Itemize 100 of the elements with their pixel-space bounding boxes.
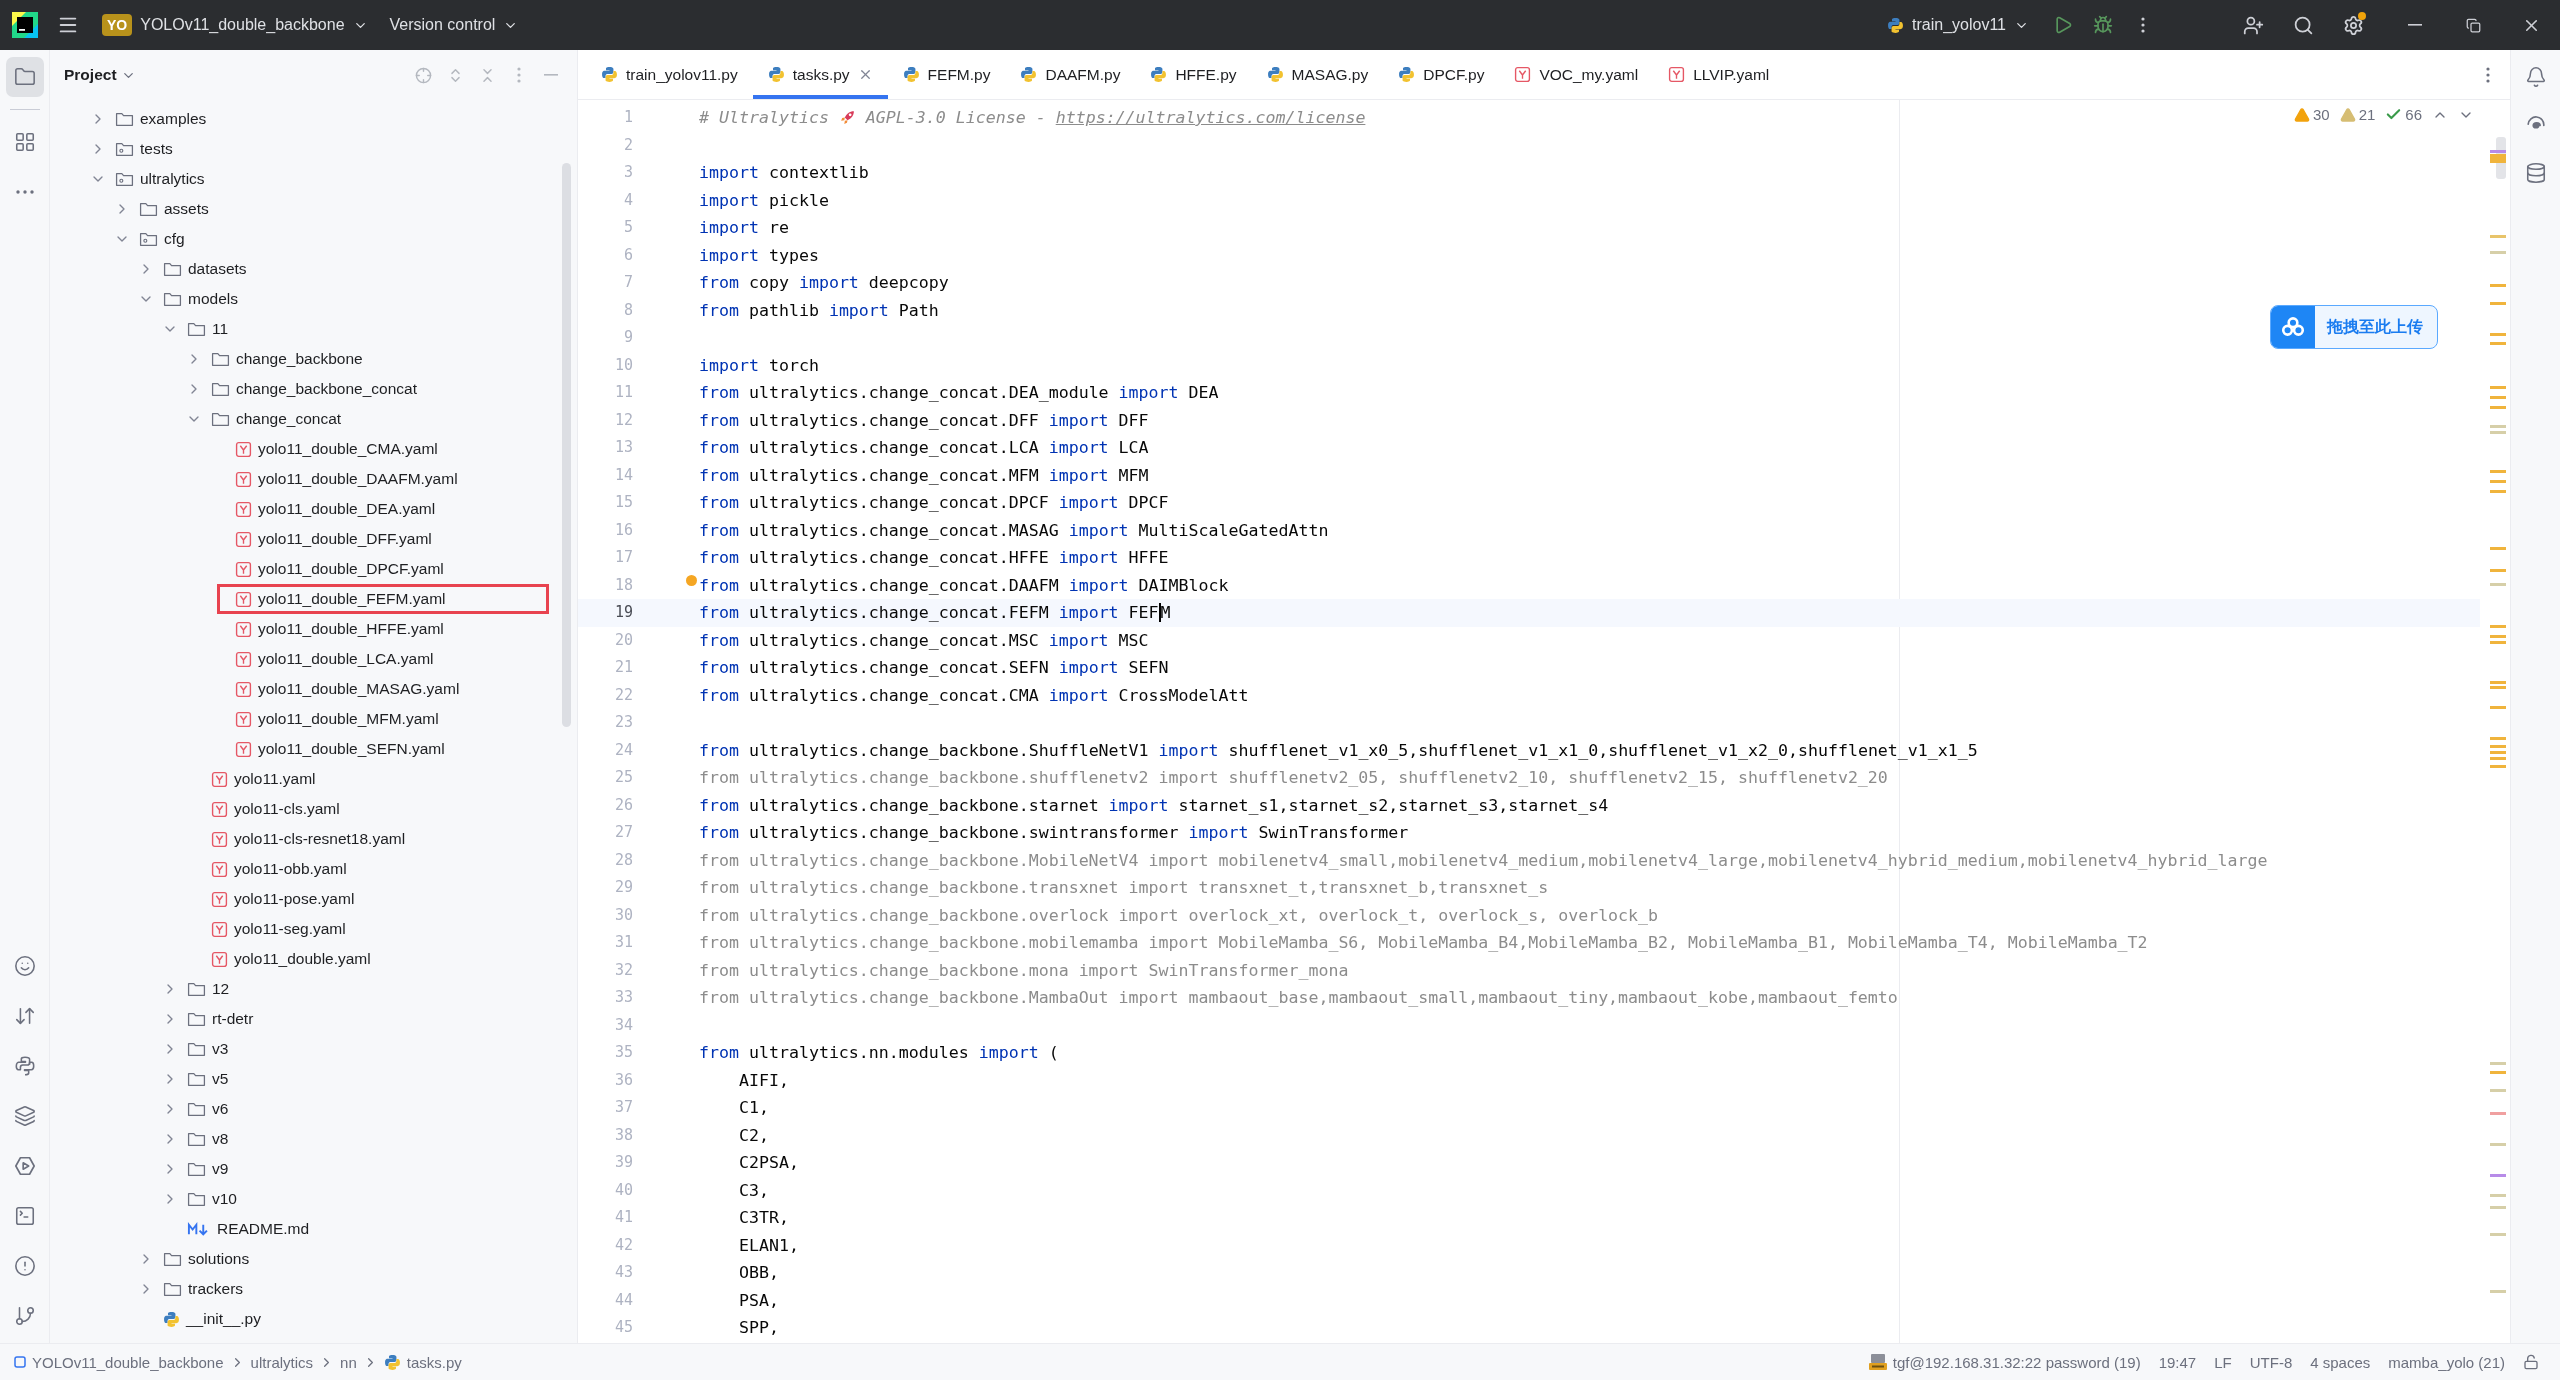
inspection-counter[interactable]: 21 xyxy=(2339,106,2376,123)
tree-item[interactable]: yolo11-seg.yaml xyxy=(50,914,577,944)
breadcrumb[interactable]: tasks.py xyxy=(383,1353,462,1371)
status-widget[interactable]: LF xyxy=(2205,1353,2241,1371)
structure-icon xyxy=(13,131,36,153)
tree-item[interactable]: 12 xyxy=(50,974,577,1004)
yaml-file-icon xyxy=(1514,66,1532,83)
folder-icon xyxy=(187,1010,206,1028)
tool-window-button[interactable] xyxy=(5,57,44,97)
tree-item[interactable]: change_concat xyxy=(50,404,577,434)
tree-item[interactable]: yolo11_double_HFFE.yaml xyxy=(50,614,577,644)
editor-tab[interactable]: DPCF.py xyxy=(1383,50,1500,99)
line-number: 29 xyxy=(613,877,634,898)
code-line: C3, xyxy=(737,1180,769,1200)
tree-item[interactable]: yolo11-obb.yaml xyxy=(50,854,577,884)
tree-item[interactable]: v6 xyxy=(50,1094,577,1124)
python-icon xyxy=(767,66,785,83)
tree-item[interactable]: yolo11_double.yaml xyxy=(50,944,577,974)
code-line: from ultralytics.change_concat.FEFM import FEFM xyxy=(699,603,1171,622)
tree-item[interactable]: yolo11.yaml xyxy=(50,764,577,794)
editor-tab[interactable]: MASAG.py xyxy=(1251,50,1384,99)
layers-icon xyxy=(13,1105,36,1127)
scrollbar-thumb[interactable] xyxy=(562,163,571,727)
line-number: 39 xyxy=(613,1152,634,1173)
tree-item[interactable]: README.md xyxy=(50,1214,577,1244)
editor-tab[interactable]: HFFE.py xyxy=(1135,50,1252,99)
tree-item[interactable]: yolo11-cls.yaml xyxy=(50,794,577,824)
editor-tab[interactable]: tasks.py xyxy=(752,50,888,99)
folder-icon xyxy=(13,66,36,88)
code-line: from ultralytics.change_concat.DPCF import DPCF xyxy=(699,493,1169,512)
inspection-counter[interactable]: 66 xyxy=(2385,106,2422,123)
play-icon xyxy=(13,1155,36,1177)
status-widget[interactable]: 19:47 xyxy=(2149,1353,2206,1371)
version-control-menu[interactable]: Version control xyxy=(381,7,527,43)
tree-item[interactable]: trackers xyxy=(50,1274,577,1304)
tree-item[interactable]: datasets xyxy=(50,254,577,284)
add-user-icon xyxy=(2242,14,2264,36)
server-icon xyxy=(1867,1353,1888,1371)
yaml-file-icon xyxy=(235,560,252,578)
tree-item[interactable]: change_backbone_concat xyxy=(50,374,577,404)
inspection-counter[interactable]: 30 xyxy=(2293,106,2330,123)
code-line: from ultralytics.change_backbone.MobileNetV4 import mobilenetv4_small,mobilenetv4_medium,mobilenetv4_large,mobilenetv4_hybrid_medium,mobilenetv4_hybrid_large xyxy=(699,850,2268,870)
line-number: 16 xyxy=(613,519,634,541)
tree-item[interactable]: v9 xyxy=(50,1154,577,1184)
tree-item[interactable]: yolo11_double_MFM.yaml xyxy=(50,704,577,734)
tree-item[interactable]: yolo11_double_MASAG.yaml xyxy=(50,674,577,704)
tree-item[interactable]: solutions xyxy=(50,1244,577,1274)
tree-item[interactable]: yolo11_double_LCA.yaml xyxy=(50,644,577,674)
status-widget[interactable]: UTF-8 xyxy=(2240,1353,2302,1371)
status-widget[interactable]: tgf@192.168.31.32:22 password (19) xyxy=(1858,1353,2150,1371)
tree-item[interactable]: yolo11_double_CMA.yaml xyxy=(50,434,577,464)
editor-tab[interactable]: VOC_my.yaml xyxy=(1499,50,1654,99)
editor-tab[interactable]: LLVIP.yaml xyxy=(1653,50,1785,99)
project-selector[interactable]: YO YOLOv11_double_backbone xyxy=(94,7,376,43)
breadcrumb[interactable]: nn xyxy=(340,1353,357,1371)
tree-item[interactable]: ultralytics xyxy=(50,164,577,194)
tree-item[interactable]: yolo11_double_DFF.yaml xyxy=(50,524,577,554)
line-number: 10 xyxy=(613,354,634,376)
line-number: 34 xyxy=(613,1014,634,1036)
tree-item[interactable]: yolo11-pose.yaml xyxy=(50,884,577,914)
editor-tab[interactable]: train_yolov11.py xyxy=(586,50,753,99)
crosshair-icon xyxy=(414,66,432,84)
status-widget[interactable]: mamba_yolo (21) xyxy=(2379,1353,2514,1371)
upload-button[interactable]: 拖拽至此上传 xyxy=(2270,305,2438,349)
tree-item[interactable]: yolo11_double_DEA.yaml xyxy=(50,494,577,524)
run-configuration-selector[interactable]: train_yolov11 xyxy=(1879,7,2037,43)
tree-item[interactable]: yolo11_double_DPCF.yaml xyxy=(50,554,577,584)
tree-item[interactable]: tests xyxy=(50,134,577,164)
yaml-file-icon xyxy=(211,860,228,878)
tree-item[interactable]: v10 xyxy=(50,1184,577,1214)
tree-item[interactable]: v5 xyxy=(50,1064,577,1094)
python-icon xyxy=(1398,66,1416,83)
bulb-icon[interactable] xyxy=(686,574,697,586)
panel-title[interactable]: Project xyxy=(64,66,136,84)
yaml-file-icon xyxy=(235,740,252,758)
tree-item[interactable]: v8 xyxy=(50,1124,577,1154)
editor-tab[interactable]: DAAFM.py xyxy=(1005,50,1136,99)
tree-item[interactable]: models xyxy=(50,284,577,314)
tree-item[interactable]: v3 xyxy=(50,1034,577,1064)
tree-item[interactable]: examples xyxy=(50,104,577,134)
tree-item[interactable]: rt-detr xyxy=(50,1004,577,1034)
breadcrumb[interactable]: ultralytics xyxy=(250,1353,314,1371)
code-line: AIFI, xyxy=(737,1070,789,1090)
tree-item[interactable]: yolo11-cls-resnet18.yaml xyxy=(50,824,577,854)
breadcrumb[interactable]: YOLOv11_double_backbone xyxy=(14,1353,224,1371)
code-line: SPP, xyxy=(737,1318,779,1337)
tree-item[interactable]: cfg xyxy=(50,224,577,254)
tree-item[interactable]: yolo11_double_SEFN.yaml xyxy=(50,734,577,764)
tree-item[interactable]: yolo11_double_DAAFM.yaml xyxy=(50,464,577,494)
editor-tab[interactable]: FEFM.py xyxy=(887,50,1006,99)
tree-item[interactable]: 11 xyxy=(50,314,577,344)
yaml-file-icon xyxy=(235,440,252,458)
folder-icon xyxy=(211,380,230,398)
code-line: PSA, xyxy=(737,1290,779,1310)
tree-item[interactable]: assets xyxy=(50,194,577,224)
status-widget[interactable]: 4 spaces xyxy=(2301,1353,2380,1371)
tree-item[interactable]: change_backbone xyxy=(50,344,577,374)
tree-item[interactable]: __init__.py xyxy=(50,1304,577,1334)
line-number: 37 xyxy=(613,1097,634,1118)
code-line: from ultralytics.change_concat.DAAFM import DAIMBlock xyxy=(699,575,1229,595)
